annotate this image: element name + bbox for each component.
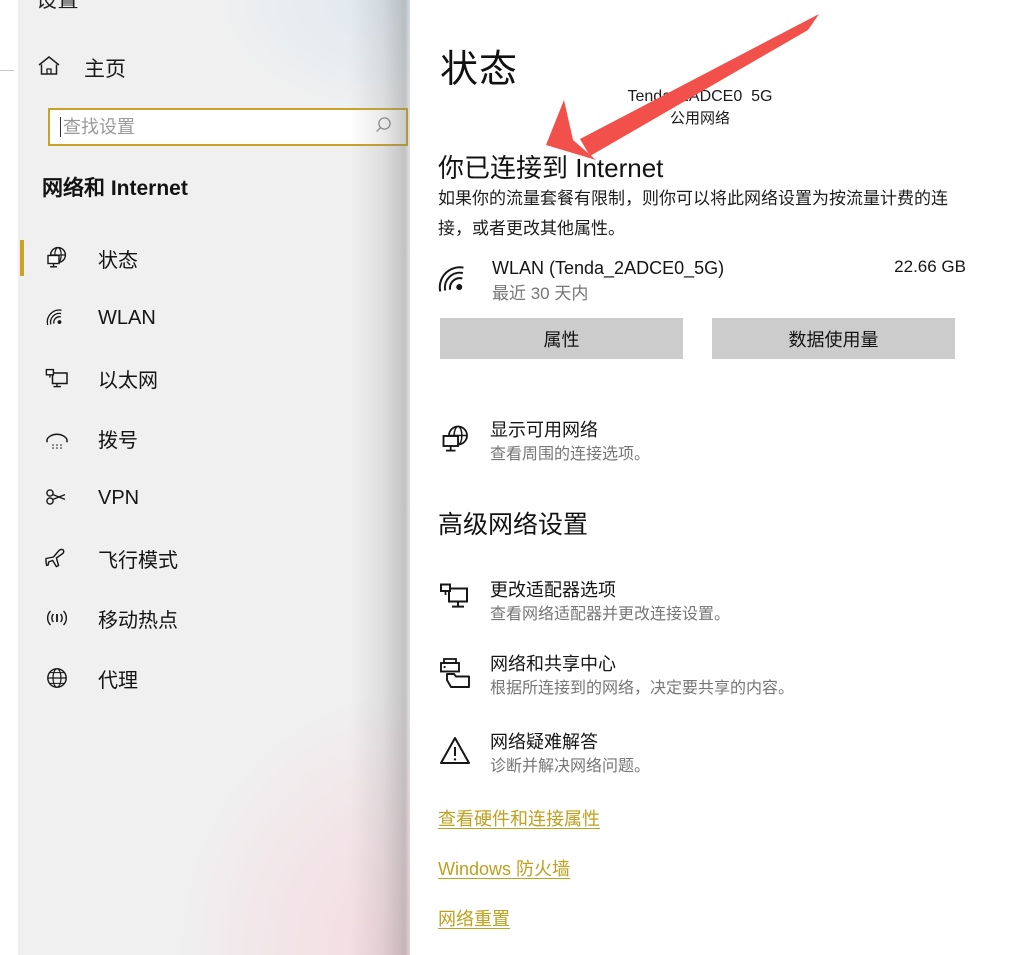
connection-description: 如果你的流量套餐有限制，则你可以将此网络设置为按流量计费的连接，或者更改其他属性… [438, 189, 948, 238]
page-title: 状态 [440, 49, 519, 91]
action-buttons: 属性 数据使用量 [440, 318, 955, 359]
connection-heading: 你已连接到 Internet [438, 153, 664, 183]
data-usage-button[interactable]: 数据使用量 [712, 318, 955, 359]
sidebar-home-label: 主页 [84, 58, 126, 81]
network-type: 公用网络 [669, 110, 730, 127]
sidebar-top-tint [210, 0, 410, 120]
selection-accent-bar [20, 300, 24, 336]
airplane-icon [42, 543, 72, 573]
sidebar-item-vpn[interactable]: VPN [20, 468, 410, 528]
search-box[interactable] [48, 108, 408, 146]
globe-monitor-icon [438, 418, 490, 463]
change-adapter-options-text: 更改适配器选项 查看网络适配器并更改连接设置。 [490, 578, 730, 627]
app-title: 设置 [36, 0, 79, 12]
sidebar-nav: 状态 WLAN 以太网 拨号 VPN 飞行模式 移动热点 代理 [20, 228, 410, 708]
sidebar-item-label: 状态 [98, 249, 138, 272]
sidebar-item-ethernet[interactable]: 以太网 [20, 348, 410, 408]
data-usage-text: WLAN (Tenda_2ADCE0_5G) 最近 30 天内 [492, 255, 894, 307]
selection-accent-bar [20, 660, 24, 696]
wifi-icon [42, 303, 72, 333]
data-usage-amount: 22.66 GB [894, 257, 966, 276]
sidebar-item-proxy[interactable]: 代理 [20, 648, 410, 708]
network-sharing-center-text: 网络和共享中心 根据所连接到的网络，决定要共享的内容。 [490, 652, 794, 701]
data-usage-row: WLAN (Tenda_2ADCE0_5G) 最近 30 天内 22.66 GB [438, 255, 966, 307]
selection-accent-bar [20, 360, 24, 396]
data-usage-period: 最近 30 天内 [492, 284, 589, 303]
link-view-hardware-properties[interactable]: 查看硬件和连接属性 [438, 805, 600, 831]
sidebar-item-airplane-mode[interactable]: 飞行模式 [20, 528, 410, 588]
sidebar-item-label: 以太网 [98, 369, 158, 392]
item-title: 网络疑难解答 [490, 732, 598, 752]
window-left-gutter [0, 0, 20, 955]
selection-accent-bar [20, 540, 24, 576]
change-adapter-options-row[interactable]: 更改适配器选项 查看网络适配器并更改连接设置。 [438, 578, 978, 627]
globe-monitor-icon [42, 243, 72, 273]
search-icon [375, 115, 397, 140]
show-available-networks-text: 显示可用网络 查看周围的连接选项。 [490, 418, 650, 467]
sidebar-category-title: 网络和 Internet [42, 177, 188, 200]
search-input[interactable] [61, 110, 366, 144]
item-subtitle: 诊断并解决网络问题。 [490, 758, 651, 775]
sidebar-item-label: 代理 [98, 669, 138, 692]
sidebar-bottom-tint [180, 695, 410, 955]
item-title: 更改适配器选项 [490, 580, 616, 600]
selection-accent-bar [20, 240, 24, 276]
network-ssid: Tenda_2ADCE0_5G [627, 88, 773, 101]
warning-triangle-icon [438, 730, 490, 775]
sidebar-item-label: 移动热点 [98, 609, 178, 632]
settings-sidebar: 设置 主页 网络 [20, 0, 410, 955]
item-subtitle: 查看周围的连接选项。 [490, 446, 651, 463]
sidebar-item-home[interactable]: 主页 [36, 48, 126, 88]
network-summary: Tenda_2ADCE0_5G 公用网络 [440, 88, 960, 128]
monitor-adapter-icon [438, 578, 490, 623]
show-available-networks-row[interactable]: 显示可用网络 查看周围的连接选项。 [438, 418, 978, 467]
sidebar-item-label: WLAN [98, 306, 156, 329]
sidebar-item-label: VPN [98, 486, 140, 509]
wifi-icon [438, 255, 492, 304]
item-subtitle: 根据所连接到的网络，决定要共享的内容。 [490, 680, 795, 697]
globe-icon [42, 663, 72, 693]
dialup-phone-icon [42, 423, 72, 453]
item-title: 显示可用网络 [490, 420, 598, 440]
sidebar-item-wlan[interactable]: WLAN [20, 288, 410, 348]
selection-accent-bar [20, 480, 24, 516]
selection-accent-bar [20, 420, 24, 456]
selection-accent-bar [20, 600, 24, 636]
hotspot-icon [42, 603, 72, 633]
sidebar-item-dialup[interactable]: 拨号 [20, 408, 410, 468]
window-edge-tick [0, 70, 14, 71]
network-troubleshooter-text: 网络疑难解答 诊断并解决网络问题。 [490, 730, 650, 779]
settings-window: 设置 主页 网络 [0, 0, 1028, 955]
ethernet-icon [42, 363, 72, 393]
status-page: 状态 Tenda_2ADCE0_5G 公用网络 你已连接到 Internet 如… [410, 0, 1028, 955]
search-button[interactable] [366, 110, 406, 144]
vpn-key-icon [42, 483, 72, 513]
link-windows-firewall[interactable]: Windows 防火墙 [438, 855, 570, 881]
link-network-reset[interactable]: 网络重置 [438, 905, 510, 931]
printer-folder-icon [438, 652, 490, 697]
sidebar-item-mobile-hotspot[interactable]: 移动热点 [20, 588, 410, 648]
data-usage-name: WLAN (Tenda_2ADCE0_5G) [492, 258, 725, 278]
sidebar-item-label: 拨号 [98, 429, 138, 452]
network-sharing-center-row[interactable]: 网络和共享中心 根据所连接到的网络，决定要共享的内容。 [438, 652, 978, 701]
advanced-settings-heading: 高级网络设置 [438, 511, 589, 539]
sidebar-item-label: 飞行模式 [98, 549, 178, 572]
item-subtitle: 查看网络适配器并更改连接设置。 [490, 606, 731, 623]
network-troubleshooter-row[interactable]: 网络疑难解答 诊断并解决网络问题。 [438, 730, 978, 779]
sidebar-item-status[interactable]: 状态 [20, 228, 410, 288]
properties-button[interactable]: 属性 [440, 318, 683, 359]
item-title: 网络和共享中心 [490, 654, 616, 674]
home-icon [36, 53, 62, 84]
